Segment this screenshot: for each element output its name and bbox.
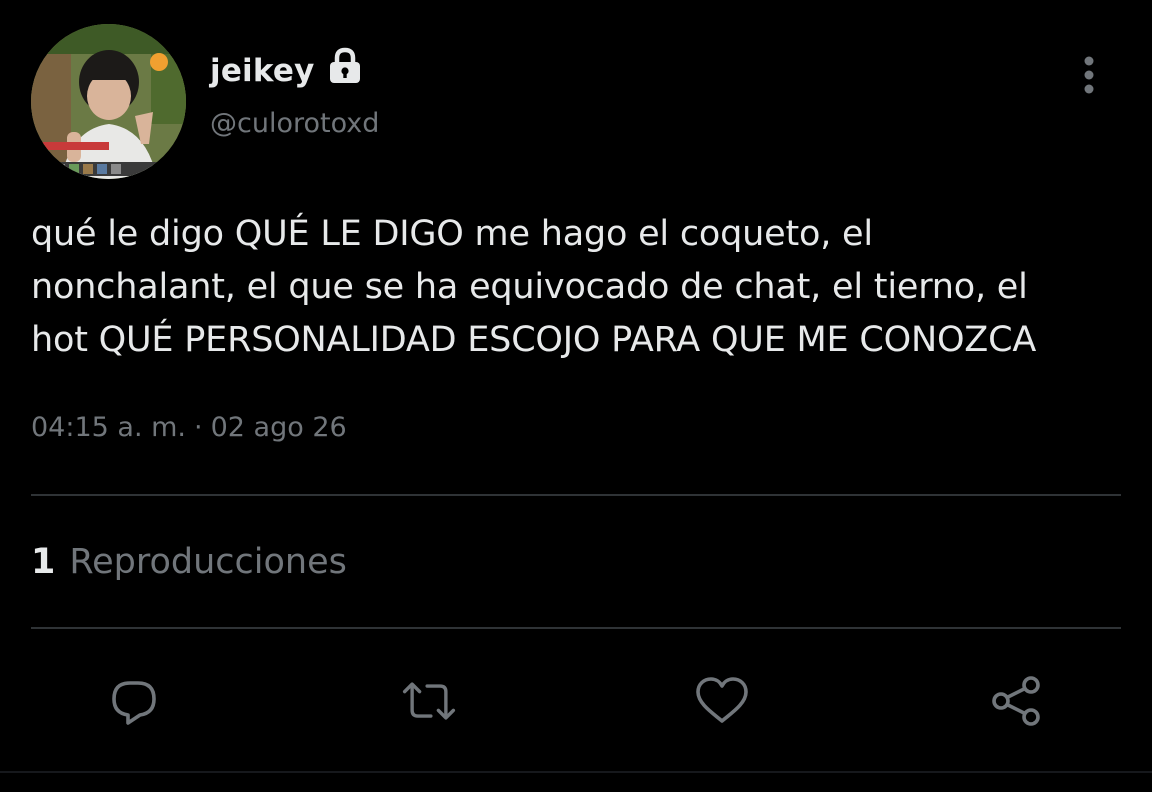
views-stat[interactable]: 1 Reproducciones: [31, 542, 347, 582]
share-button[interactable]: [987, 671, 1047, 731]
lock-icon: [325, 46, 365, 91]
more-options-button[interactable]: [1068, 52, 1110, 98]
views-label: Reproducciones: [69, 542, 347, 582]
more-vertical-icon: [1084, 56, 1094, 94]
author-display-name[interactable]: jeikey: [210, 53, 315, 89]
views-count: 1: [31, 542, 56, 582]
tweet-timestamp[interactable]: 04:15 a. m. · 02 ago 26: [31, 412, 347, 443]
retweet-button[interactable]: [399, 671, 459, 731]
tweet-detail: jeikey @culorotoxd qué le digo QUÉ LE DI…: [0, 0, 1152, 792]
heart-icon: [696, 677, 748, 723]
avatar-image: [31, 24, 186, 179]
tweet-date: 02 ago 26: [210, 412, 347, 443]
reply-icon: [112, 681, 156, 725]
tweet-text: qué le digo QUÉ LE DIGO me hago el coque…: [31, 214, 1037, 360]
reply-button[interactable]: [104, 671, 164, 731]
meta-separator: ·: [194, 412, 203, 443]
tweet-time: 04:15 a. m.: [31, 412, 186, 443]
share-icon: [992, 676, 1040, 726]
like-button[interactable]: [692, 671, 752, 731]
divider: [31, 494, 1121, 496]
divider: [31, 627, 1121, 629]
author-name-row: jeikey: [210, 46, 365, 96]
avatar[interactable]: [31, 24, 186, 179]
retweet-icon: [402, 682, 456, 720]
author-handle[interactable]: @culorotoxd: [210, 108, 379, 139]
bottom-divider: [0, 771, 1152, 773]
